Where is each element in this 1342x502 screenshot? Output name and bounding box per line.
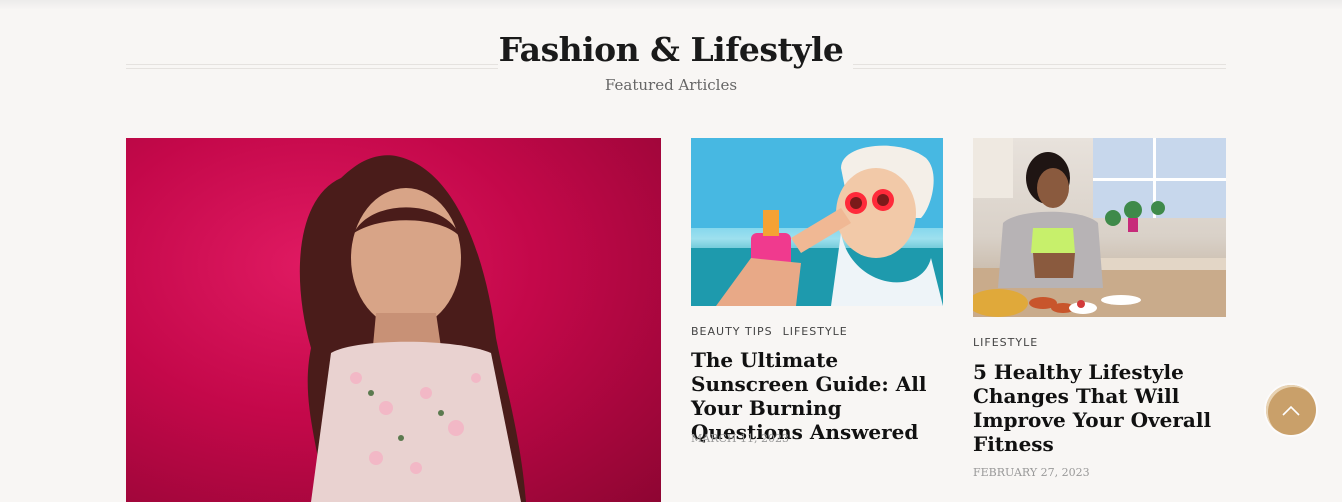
article-date: February 27, 2023	[973, 466, 1090, 479]
header-shadow	[0, 0, 1342, 10]
article-categories: Beauty Tips Lifestyle	[691, 325, 858, 338]
article-image-sunscreen[interactable]	[691, 138, 943, 306]
article-title[interactable]: 5 Healthy Lifestyle Changes That Will Im…	[973, 360, 1226, 456]
article-date: March 11, 2023	[691, 432, 789, 445]
scroll-to-top-button[interactable]	[1266, 385, 1316, 435]
woman-portrait-illustration	[299, 155, 526, 502]
section-title: Fashion & Lifestyle	[498, 30, 844, 69]
category-tag[interactable]: Lifestyle	[783, 325, 848, 338]
section-subtitle: Featured Articles	[604, 76, 738, 94]
sunscreen-illustration	[691, 138, 943, 306]
category-tag[interactable]: Lifestyle	[973, 336, 1038, 349]
kitchen-fitness-illustration	[973, 138, 1226, 317]
article-title[interactable]: The Ultimate Sunscreen Guide: All Your B…	[691, 348, 943, 444]
featured-hero-image[interactable]	[126, 138, 661, 502]
article-image-fitness[interactable]	[973, 138, 1226, 317]
article-categories: Lifestyle	[973, 336, 1048, 349]
chevron-up-icon	[1282, 405, 1300, 416]
category-tag[interactable]: Beauty Tips	[691, 325, 773, 338]
